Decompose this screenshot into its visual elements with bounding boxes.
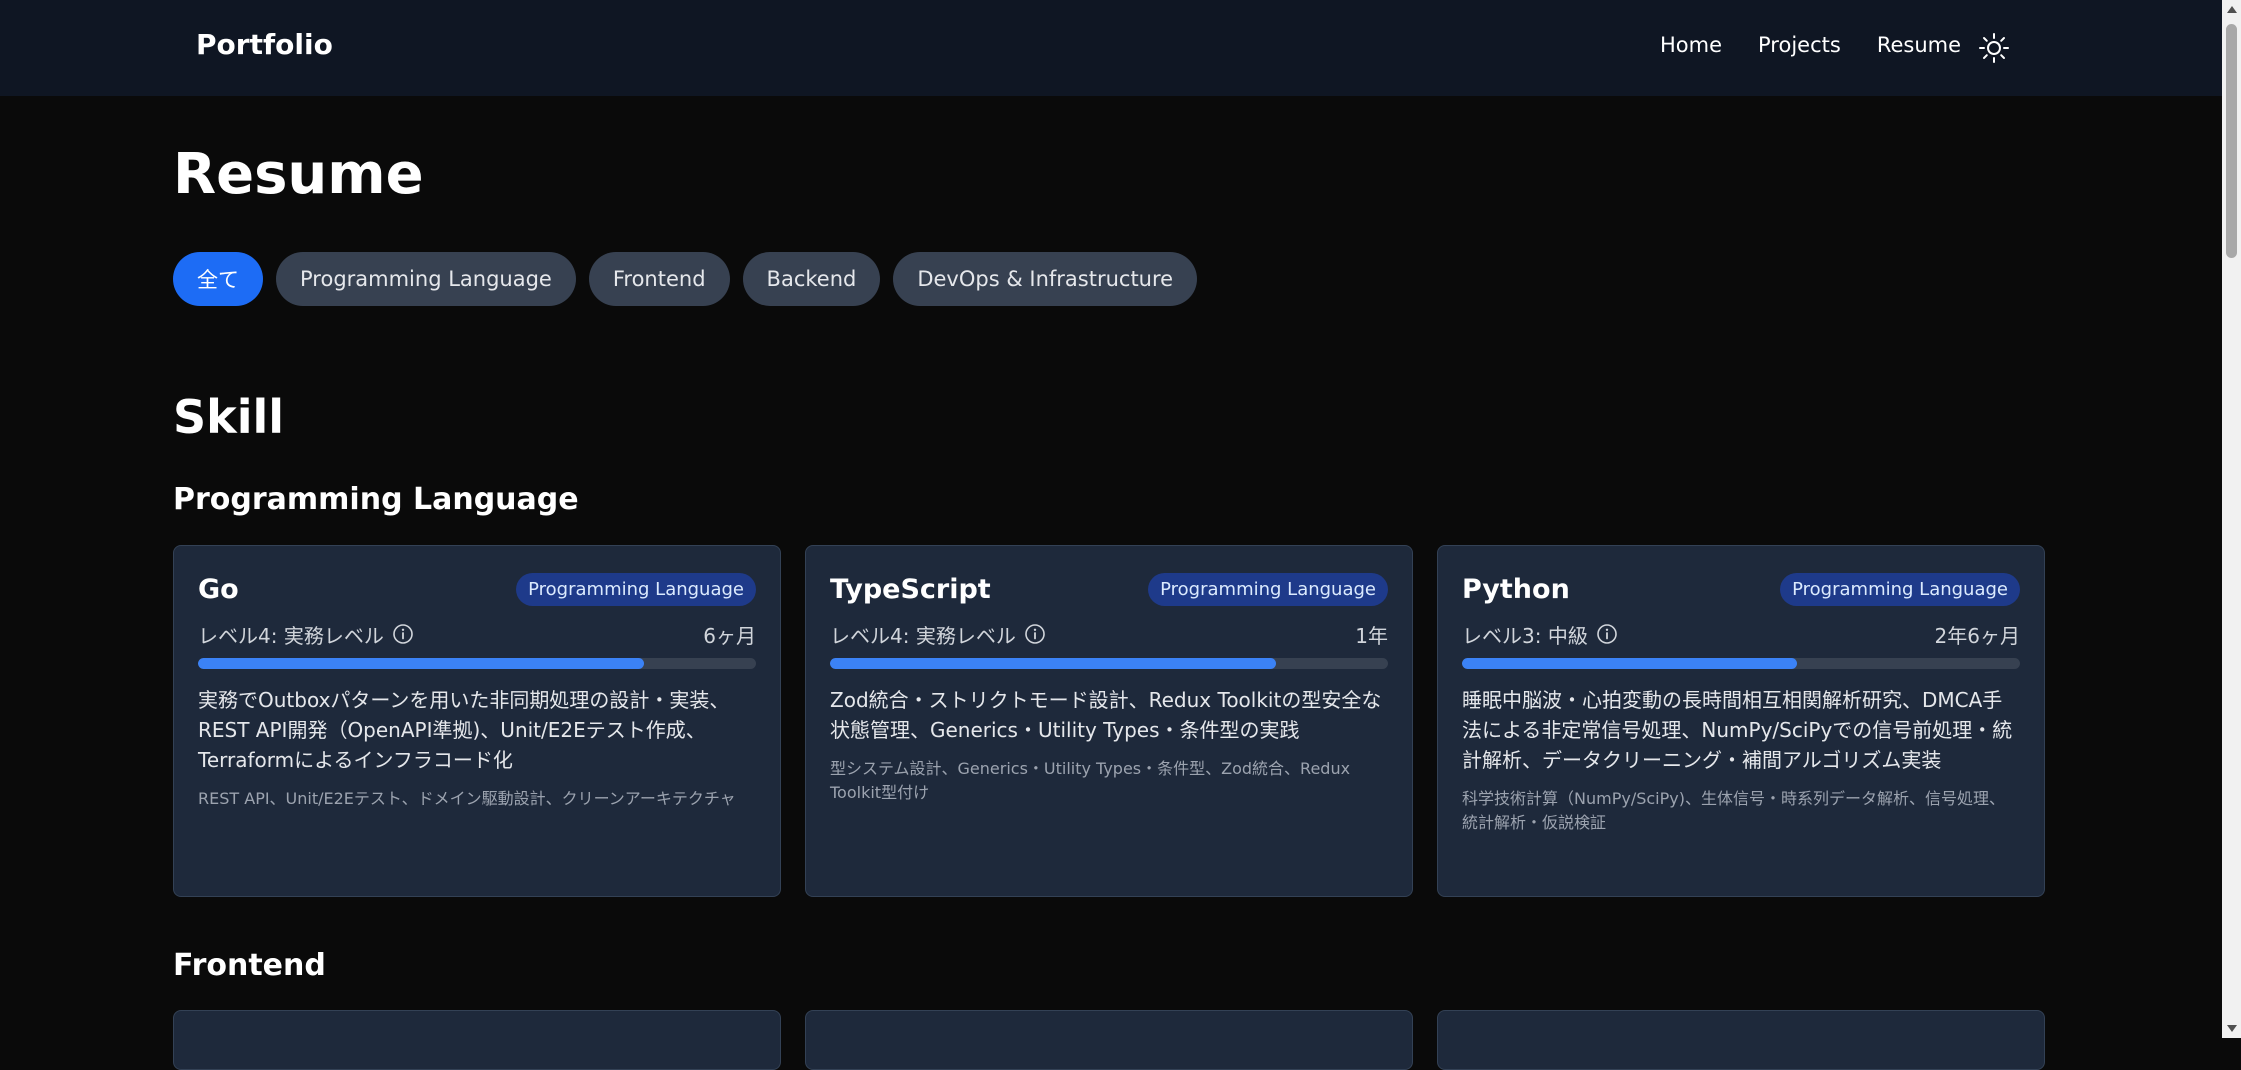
category-badge: Programming Language <box>1148 572 1388 606</box>
sun-icon <box>1979 33 2009 63</box>
skill-tags: 科学技術計算（NumPy/SciPy)、生体信号・時系列データ解析、信号処理、統… <box>1462 789 2005 832</box>
skill-progress-fill <box>830 658 1277 669</box>
skill-section-title: Skill <box>173 390 285 444</box>
frontend-cards <box>173 1010 2069 1070</box>
skill-name: Go <box>198 573 239 605</box>
group-title-frontend: Frontend <box>173 948 326 983</box>
filter-backend-chip[interactable]: Backend <box>742 252 881 306</box>
skill-tags: REST API、Unit/E2Eテスト、ドメイン駆動設計、クリーンアーキテクチ… <box>198 789 736 808</box>
skill-card-typescript: TypeScript Programming Language レベル4: 実務… <box>805 545 1413 897</box>
skill-duration: 2年6ヶ月 <box>1934 623 2020 648</box>
skill-progress-fill <box>198 658 645 669</box>
page-title: Resume <box>173 142 424 207</box>
main-nav: Home Projects Resume <box>1660 33 1997 57</box>
page-scrollbar[interactable] <box>2222 0 2241 1038</box>
theme-toggle-button[interactable] <box>1978 32 2010 64</box>
filter-frontend-chip[interactable]: Frontend <box>588 252 730 306</box>
top-nav-bar: Portfolio Home Projects Resume <box>0 0 2222 96</box>
skill-duration: 6ヶ月 <box>703 623 756 648</box>
skill-progress-bar <box>198 658 756 669</box>
skill-card-frontend-3 <box>1437 1010 2045 1070</box>
info-icon[interactable] <box>1024 623 1046 645</box>
filter-all-chip[interactable]: 全て <box>173 252 263 306</box>
info-icon[interactable] <box>1596 623 1618 645</box>
skill-card-go: Go Programming Language レベル4: 実務レベル 6ヶ月 … <box>173 545 781 897</box>
skill-card-frontend-2 <box>805 1010 1413 1070</box>
filter-programming-language-chip[interactable]: Programming Language <box>276 252 576 306</box>
skill-progress-bar <box>1462 658 2020 669</box>
skill-duration: 1年 <box>1355 623 1388 648</box>
skill-name: Python <box>1462 573 1570 605</box>
skill-name: TypeScript <box>830 573 991 605</box>
group-title-programming-language: Programming Language <box>173 482 579 517</box>
skill-description: 睡眠中脳波・心拍変動の長時間相互相関解析研究、DMCA手法による非定常信号処理、… <box>1462 688 2013 772</box>
brand-logo-link[interactable]: Portfolio <box>196 28 333 61</box>
skill-progress-bar <box>830 658 1388 669</box>
skill-tags: 型システム設計、Generics・Utility Types・条件型、Zod統合… <box>830 759 1351 802</box>
skill-description: Zod統合・ストリクトモード設計、Redux Toolkitの型安全な状態管理、… <box>830 688 1382 742</box>
scroll-up-arrow-icon[interactable] <box>2227 6 2237 13</box>
category-badge: Programming Language <box>1780 572 2020 606</box>
nav-projects-link[interactable]: Projects <box>1758 33 1841 57</box>
scroll-down-arrow-icon[interactable] <box>2227 1025 2237 1032</box>
skill-card-frontend-1 <box>173 1010 781 1070</box>
scrollbar-thumb[interactable] <box>2226 24 2237 258</box>
skill-level: レベル4: 実務レベル <box>198 623 384 648</box>
category-filter-bar: 全て Programming Language Frontend Backend… <box>173 252 1210 306</box>
info-icon[interactable] <box>392 623 414 645</box>
programming-language-cards: Go Programming Language レベル4: 実務レベル 6ヶ月 … <box>173 545 2069 897</box>
skill-level: レベル3: 中級 <box>1462 623 1588 648</box>
skill-card-python: Python Programming Language レベル3: 中級 2年6… <box>1437 545 2045 897</box>
skill-description: 実務でOutboxパターンを用いた非同期処理の設計・実装、REST API開発（… <box>198 688 730 772</box>
filter-devops-chip[interactable]: DevOps & Infrastructure <box>893 252 1198 306</box>
nav-home-link[interactable]: Home <box>1660 33 1722 57</box>
skill-progress-fill <box>1462 658 1797 669</box>
nav-resume-link[interactable]: Resume <box>1877 33 1961 57</box>
category-badge: Programming Language <box>516 572 756 606</box>
skill-level: レベル4: 実務レベル <box>830 623 1016 648</box>
